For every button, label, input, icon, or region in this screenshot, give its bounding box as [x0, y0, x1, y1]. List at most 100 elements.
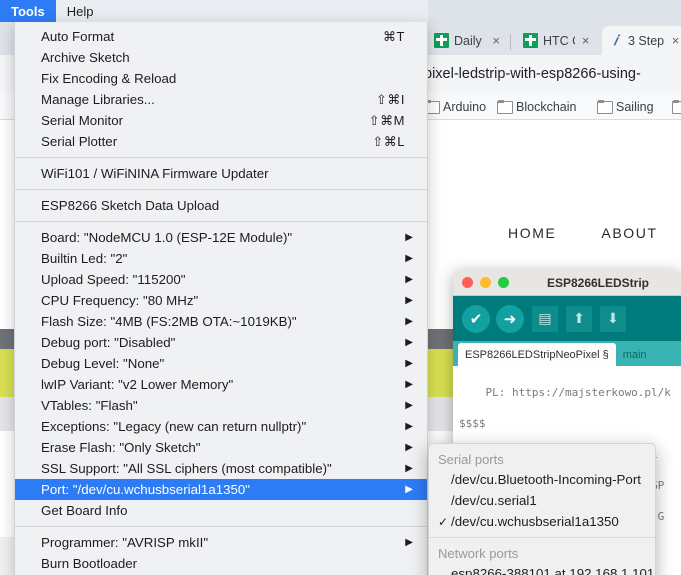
port-option-label: /dev/cu.wchusbserial1a1350: [451, 514, 619, 529]
chevron-right-icon: ▶: [405, 231, 413, 243]
new-sketch-button[interactable]: ▤: [532, 305, 558, 332]
menubar-item-help[interactable]: Help: [56, 0, 105, 22]
menubar-item-tools[interactable]: Tools: [0, 0, 56, 22]
ide-tab-main[interactable]: main: [616, 343, 654, 366]
folder-icon: [672, 99, 681, 114]
minimize-window-icon[interactable]: [480, 277, 491, 288]
site-nav-home[interactable]: HOME: [508, 225, 556, 241]
ide-tab-sketch[interactable]: ESP8266LEDStripNeoPixel §: [458, 343, 616, 366]
site-nav-about[interactable]: ABOUT: [601, 225, 657, 241]
menu-item-serial-monitor[interactable]: Serial Monitor ⇧⌘M: [15, 110, 427, 131]
save-sketch-button[interactable]: ⬇: [600, 305, 626, 332]
ide-window-title: ESP8266LEDStrip: [546, 275, 650, 290]
menu-item-programmer[interactable]: Programmer: "AVRISP mkII" ▶: [15, 532, 427, 553]
browser-tab-0[interactable]: Daily ( ×: [428, 26, 508, 55]
menu-item-exceptions[interactable]: Exceptions: "Legacy (new can return null…: [15, 416, 427, 437]
folder-icon: [597, 99, 613, 114]
menu-item-fix-encoding-reload[interactable]: Fix Encoding & Reload: [15, 68, 427, 89]
menu-item-vtables[interactable]: VTables: "Flash" ▶: [15, 395, 427, 416]
menu-item-esp8266-sketch-data-upload[interactable]: ESP8266 Sketch Data Upload: [15, 195, 427, 216]
menu-item-label: Exceptions: "Legacy (new can return null…: [41, 419, 307, 434]
new-file-icon: ▤: [538, 310, 552, 326]
upload-button[interactable]: ➜: [496, 304, 524, 333]
browser-tab-1[interactable]: HTC O ×: [517, 26, 597, 55]
close-window-icon[interactable]: [462, 277, 473, 288]
port-option-esp8266-network[interactable]: esp8266-388101 at 192.168.1.101: [429, 563, 655, 575]
bookmark-overflow[interactable]: [672, 97, 681, 116]
menu-item-label: Auto Format: [41, 29, 115, 44]
instructables-icon: 𝑖: [613, 32, 618, 48]
chevron-right-icon: ▶: [405, 273, 413, 285]
menu-item-builtin-led[interactable]: Builtin Led: "2" ▶: [15, 248, 427, 269]
menu-item-shortcut: ⌘T: [383, 28, 405, 44]
port-option-wchusbserial[interactable]: ✓ /dev/cu.wchusbserial1a1350: [429, 511, 655, 532]
tools-dropdown-menu[interactable]: Auto Format ⌘T Archive Sketch Fix Encodi…: [14, 22, 428, 575]
chevron-right-icon: ▶: [405, 315, 413, 327]
verify-button[interactable]: ✔: [462, 304, 490, 333]
address-bar[interactable]: -neopixel-ledstrip-with-esp8266-using-: [395, 62, 681, 86]
menu-item-get-board-info[interactable]: Get Board Info: [15, 500, 427, 521]
menu-item-port[interactable]: Port: "/dev/cu.wchusbserial1a1350" ▶: [15, 479, 427, 500]
port-option-label: esp8266-388101 at 192.168.1.101: [451, 566, 655, 575]
menu-item-label: Debug Level: "None": [41, 356, 165, 371]
bookmark-label: Arduino: [443, 99, 487, 114]
check-icon: ✔: [469, 310, 483, 328]
bookmark-blockchain[interactable]: Blockchain: [497, 97, 576, 116]
menu-separator: [15, 221, 427, 222]
browser-tab-2[interactable]: 𝑖 3 Step ×: [602, 26, 681, 55]
chevron-right-icon: ▶: [405, 441, 413, 453]
network-ports-header: Network ports: [438, 545, 519, 561]
chevron-right-icon: ▶: [405, 378, 413, 390]
close-icon[interactable]: ×: [490, 34, 502, 47]
menu-item-manage-libraries[interactable]: Manage Libraries... ⇧⌘I: [15, 89, 427, 110]
bookmark-arduino[interactable]: Arduino: [424, 97, 486, 116]
bookmark-sailing[interactable]: Sailing: [597, 97, 654, 116]
port-submenu[interactable]: Serial ports /dev/cu.Bluetooth-Incoming-…: [428, 443, 656, 575]
app-menu-bar: Tools Help: [0, 0, 428, 22]
menu-item-burn-bootloader[interactable]: Burn Bootloader: [15, 553, 427, 574]
menu-item-label: ESP8266 Sketch Data Upload: [41, 198, 220, 213]
close-icon[interactable]: ×: [580, 34, 591, 47]
menu-item-auto-format[interactable]: Auto Format ⌘T: [15, 26, 427, 47]
folder-icon: [497, 99, 513, 114]
menu-item-debug-level[interactable]: Debug Level: "None" ▶: [15, 353, 427, 374]
zoom-window-icon[interactable]: [498, 277, 509, 288]
menu-item-label: SSL Support: "All SSL ciphers (most comp…: [41, 461, 332, 476]
tab-title: HTC O: [543, 33, 575, 48]
chevron-right-icon: ▶: [405, 420, 413, 432]
tab-title: 3 Step: [628, 33, 665, 48]
menu-item-board[interactable]: Board: "NodeMCU 1.0 (ESP-12E Module)" ▶: [15, 227, 427, 248]
menu-item-cpu-frequency[interactable]: CPU Frequency: "80 MHz" ▶: [15, 290, 427, 311]
menu-item-erase-flash[interactable]: Erase Flash: "Only Sketch" ▶: [15, 437, 427, 458]
menu-item-upload-speed[interactable]: Upload Speed: "115200" ▶: [15, 269, 427, 290]
menu-separator: [15, 526, 427, 527]
code-line-0: PL: https://majsterkowo.pl/k: [459, 385, 671, 399]
menu-item-label: Serial Monitor: [41, 113, 124, 128]
chevron-right-icon: ▶: [405, 357, 413, 369]
port-option-serial1[interactable]: /dev/cu.serial1: [429, 490, 655, 511]
check-icon: ✓: [438, 514, 449, 529]
menu-item-flash-size[interactable]: Flash Size: "4MB (FS:2MB OTA:~1019KB)" ▶: [15, 311, 427, 332]
menu-item-label: Erase Flash: "Only Sketch": [41, 440, 201, 455]
chevron-right-icon: ▶: [405, 336, 413, 348]
menu-item-label: CPU Frequency: "80 MHz": [41, 293, 199, 308]
menu-item-archive-sketch[interactable]: Archive Sketch: [15, 47, 427, 68]
ide-toolbar: ✔ ➜ ▤ ⬆ ⬇: [453, 296, 681, 341]
code-line-1: $$$$: [459, 416, 486, 430]
screen-root: Daily ( × HTC O × 𝑖 3 Step × -neopixel-l…: [0, 0, 681, 575]
menu-item-ssl-support[interactable]: SSL Support: "All SSL ciphers (most comp…: [15, 458, 427, 479]
menu-item-wifi-firmware-updater[interactable]: WiFi101 / WiFiNINA Firmware Updater: [15, 163, 427, 184]
close-icon[interactable]: ×: [669, 34, 681, 47]
port-option-bluetooth[interactable]: /dev/cu.Bluetooth-Incoming-Port: [429, 469, 655, 490]
menu-item-lwip-variant[interactable]: lwIP Variant: "v2 Lower Memory" ▶: [15, 374, 427, 395]
sheets-icon: [523, 33, 538, 48]
menu-item-label: WiFi101 / WiFiNINA Firmware Updater: [41, 166, 269, 181]
open-sketch-button[interactable]: ⬆: [566, 305, 592, 332]
menu-item-label: Serial Plotter: [41, 134, 118, 149]
menu-item-serial-plotter[interactable]: Serial Plotter ⇧⌘L: [15, 131, 427, 152]
port-option-label: /dev/cu.Bluetooth-Incoming-Port: [451, 472, 641, 487]
menu-item-debug-port[interactable]: Debug port: "Disabled" ▶: [15, 332, 427, 353]
menu-item-label: Upload Speed: "115200": [41, 272, 186, 287]
bookmark-label: Sailing: [616, 99, 654, 114]
menu-item-label: Archive Sketch: [41, 50, 130, 65]
